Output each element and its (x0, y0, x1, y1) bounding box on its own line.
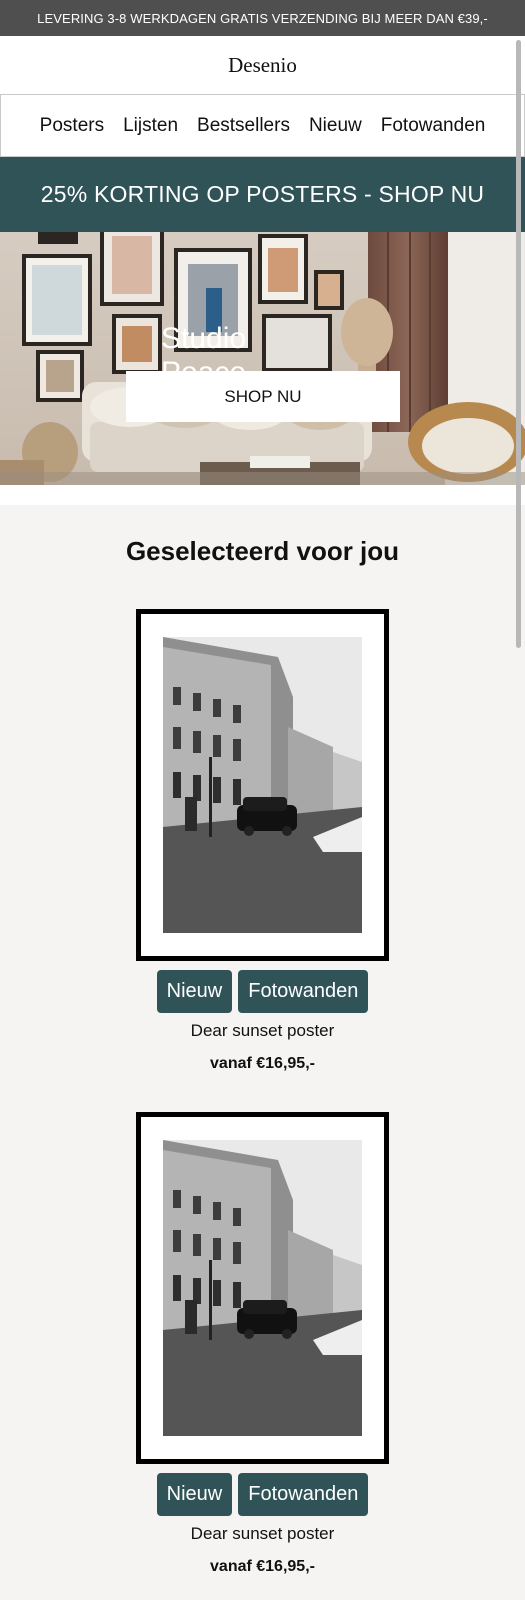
page-scrollbar[interactable] (516, 40, 521, 648)
shop-now-button[interactable]: SHOP NU (126, 371, 400, 422)
tag-fotowanden[interactable]: Fotowanden (238, 970, 369, 1013)
hero-title: Studio Peace (161, 322, 247, 376)
hero-divider (0, 485, 525, 505)
tag-nieuw[interactable]: Nieuw (156, 1473, 233, 1516)
tag-fotowanden[interactable]: Fotowanden (238, 1473, 369, 1516)
product-tags: Nieuw Fotowanden (0, 1473, 525, 1516)
hero-banner: Studio Peace SHOP NU (0, 232, 525, 485)
product-name[interactable]: Dear sunset poster (0, 1524, 525, 1544)
nav-item-posters[interactable]: Posters (40, 115, 104, 137)
nav-item-fotowanden[interactable]: Fotowanden (381, 115, 486, 137)
announcement-text: LEVERING 3-8 WERKDAGEN GRATIS VERZENDING… (37, 10, 488, 26)
nav-item-nieuw[interactable]: Nieuw (309, 115, 362, 137)
announcement-bar: LEVERING 3-8 WERKDAGEN GRATIS VERZENDING… (0, 0, 525, 36)
section-title: Geselecteerd voor jou (125, 536, 400, 566)
nav-item-lijsten[interactable]: Lijsten (123, 115, 178, 137)
tag-nieuw[interactable]: Nieuw (156, 970, 233, 1013)
product-image-frame[interactable] (136, 1112, 389, 1464)
nav-item-bestsellers[interactable]: Bestsellers (197, 115, 290, 137)
product-card[interactable]: Nieuw Fotowanden Dear sunset poster vana… (0, 1112, 525, 1592)
header: Desenio (0, 36, 525, 94)
product-image (163, 637, 362, 933)
promo-banner[interactable]: 25% KORTING OP POSTERS - SHOP NU (0, 157, 525, 232)
product-image (163, 1140, 362, 1436)
product-price: vanaf €16,95,- (210, 1055, 315, 1072)
main-nav: Posters Lijsten Bestsellers Nieuw Fotowa… (0, 94, 525, 157)
brand-logo[interactable]: Desenio (228, 53, 297, 78)
product-tags: Nieuw Fotowanden (0, 970, 525, 1013)
product-card[interactable]: Nieuw Fotowanden Dear sunset poster vana… (0, 609, 525, 1089)
product-price: vanaf €16,95,- (210, 1558, 315, 1575)
product-image-frame[interactable] (136, 609, 389, 961)
promo-text: 25% KORTING OP POSTERS - SHOP NU (40, 181, 485, 207)
product-name[interactable]: Dear sunset poster (0, 1021, 525, 1041)
